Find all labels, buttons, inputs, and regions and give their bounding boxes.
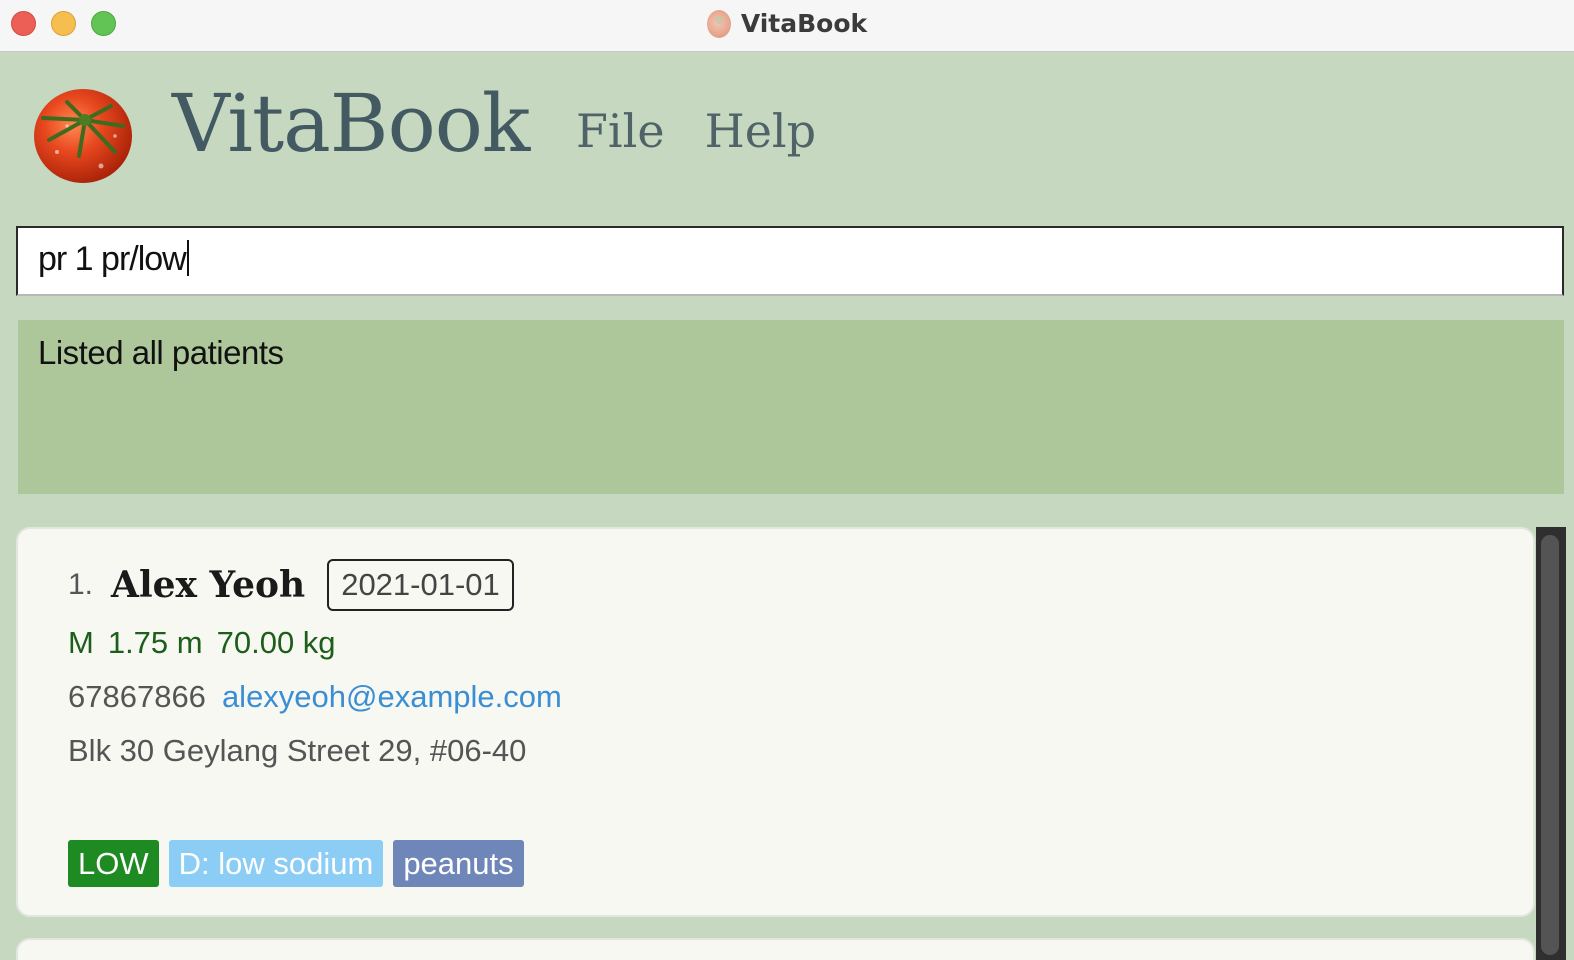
- menu-help[interactable]: Help: [705, 108, 817, 154]
- patient-index: 1.: [68, 568, 94, 601]
- result-display: Listed all patients: [18, 320, 1564, 494]
- patient-date-badge: 2021-01-01: [327, 559, 514, 611]
- patient-contact-row: 67867866 alexyeoh@example.com: [68, 679, 562, 715]
- result-message: Listed all patients: [38, 334, 284, 371]
- text-caret: [186, 240, 189, 276]
- command-value: pr 1 pr/low: [38, 240, 187, 278]
- title-bar: VitaBook: [0, 0, 1574, 52]
- patient-vitals-row: M 1.75 m 70.00 kg: [68, 625, 336, 661]
- tomato-logo-icon: [31, 82, 134, 185]
- app-window: VitaBook VitaBook File Help pr 1 pr/low …: [0, 0, 1574, 960]
- patient-weight: 70.00 kg: [216, 625, 336, 660]
- scrollbar-thumb[interactable]: [1541, 535, 1559, 955]
- patient-email-link[interactable]: alexyeoh@example.com: [222, 679, 562, 715]
- window-title: VitaBook: [740, 9, 868, 38]
- command-input-text: pr 1 pr/low: [38, 240, 189, 279]
- diet-tag: D: low sodium: [168, 840, 384, 887]
- app-icon: [706, 9, 731, 38]
- patient-card[interactable]: 1. Alex Yeoh 2021-01-01 M 1.75 m 70.00 k…: [16, 527, 1535, 917]
- patient-height: 1.75 m: [107, 625, 203, 660]
- patient-phone: 67867866: [68, 679, 206, 714]
- list-scrollbar[interactable]: [1536, 527, 1566, 960]
- window-title-group: VitaBook: [0, 0, 1574, 47]
- command-input[interactable]: pr 1 pr/low: [16, 226, 1564, 296]
- allergy-tag: peanuts: [393, 840, 524, 887]
- menu-bar: File Help: [576, 108, 816, 154]
- patient-list[interactable]: 1. Alex Yeoh 2021-01-01 M 1.75 m 70.00 k…: [0, 520, 1574, 960]
- menu-file[interactable]: File: [576, 108, 665, 154]
- patient-tags: LOW D: low sodium peanuts: [68, 840, 524, 887]
- app-brand-title: VitaBook: [172, 77, 530, 170]
- patient-sex: M: [68, 625, 94, 660]
- priority-tag: LOW: [68, 840, 159, 887]
- patient-address: Blk 30 Geylang Street 29, #06-40: [68, 733, 527, 768]
- patient-header-row: 1. Alex Yeoh 2021-01-01: [68, 559, 514, 611]
- patient-name: Alex Yeoh: [111, 564, 306, 606]
- patient-card-next[interactable]: [16, 938, 1535, 960]
